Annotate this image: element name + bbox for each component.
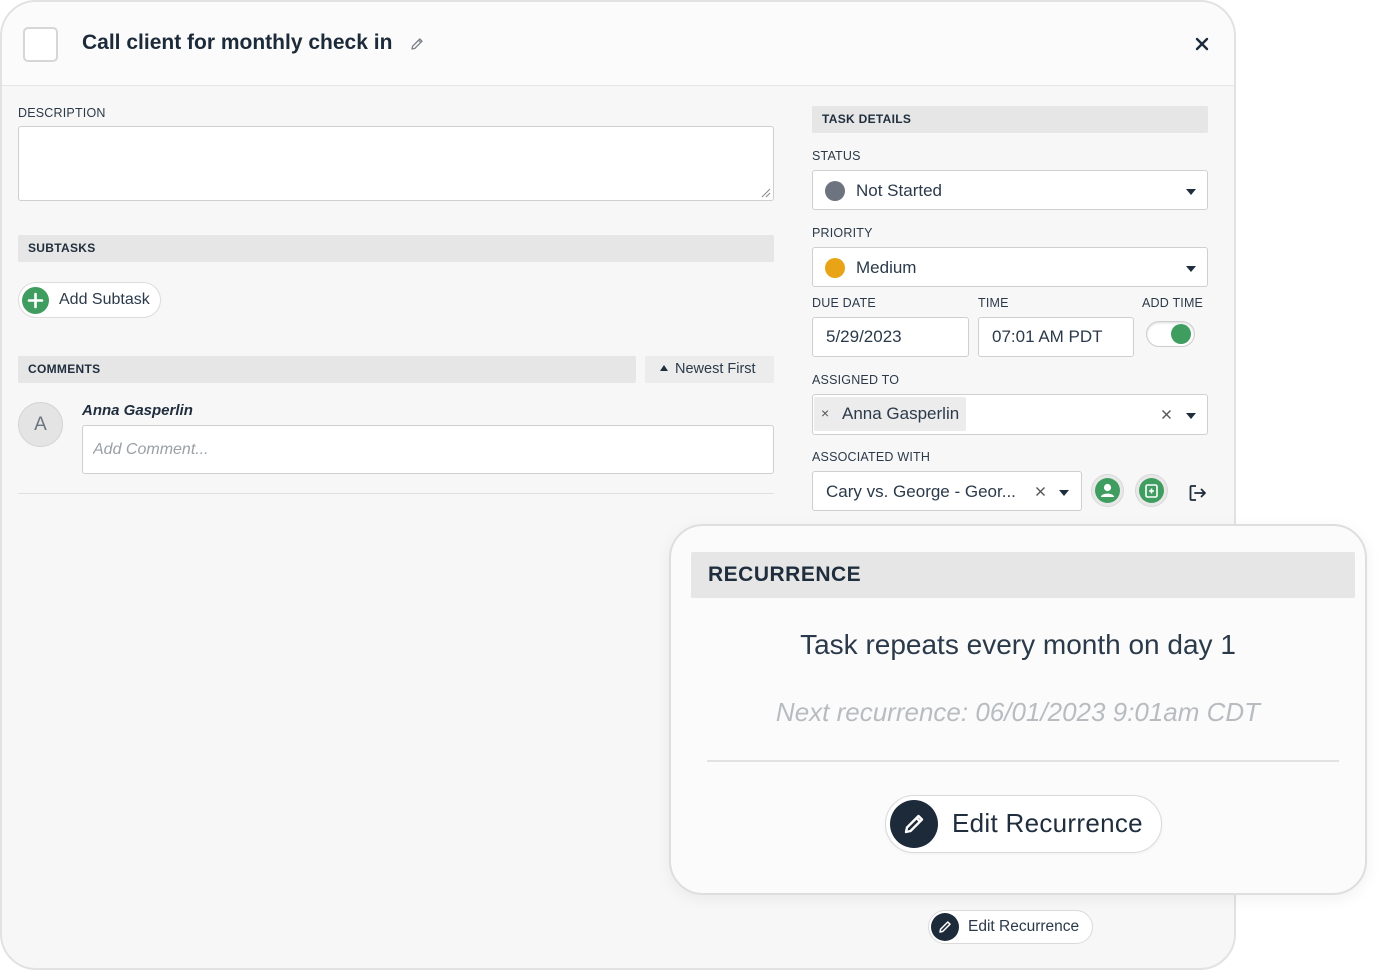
priority-select[interactable]: Medium <box>812 247 1208 287</box>
due-date-input[interactable]: 5/29/2023 <box>812 317 969 357</box>
comment-input[interactable] <box>82 425 774 474</box>
pencil-icon[interactable] <box>409 36 425 52</box>
edit-recurrence-button[interactable]: Edit Recurrence <box>928 910 1093 944</box>
pencil-icon <box>931 913 959 941</box>
next-recurrence: Next recurrence: 06/01/2023 9:01am CDT <box>775 697 1261 727</box>
folder-add-icon <box>1139 478 1164 503</box>
add-time-toggle[interactable] <box>1146 321 1195 347</box>
priority-label: PRIORITY <box>812 226 873 240</box>
assignee-name: Anna Gasperlin <box>842 404 960 423</box>
close-icon[interactable] <box>1191 33 1213 55</box>
clear-icon[interactable] <box>1161 409 1172 420</box>
add-time-label: ADD TIME <box>1142 296 1204 310</box>
task-title: Call client for monthly check in <box>82 31 393 54</box>
caret-up-icon <box>660 365 668 371</box>
person-add-icon <box>1095 478 1120 503</box>
chevron-down-icon <box>1059 490 1069 496</box>
subtasks-section-header: SUBTASKS <box>18 235 774 262</box>
task-details-header: TASK DETAILS <box>812 106 1208 133</box>
chevron-down-icon <box>1186 266 1196 272</box>
priority-dot-icon <box>825 258 845 278</box>
edit-recurrence-button-large[interactable]: Edit Recurrence <box>885 795 1162 853</box>
associated-value: Cary vs. George - Geor... <box>826 482 1016 501</box>
recurrence-title: RECURRENCE <box>708 563 862 586</box>
divider <box>707 760 1339 762</box>
assignee-chip: × Anna Gasperlin <box>814 397 966 431</box>
assigned-to-label: ASSIGNED TO <box>812 373 900 387</box>
clear-icon[interactable] <box>1035 486 1046 497</box>
time-label: TIME <box>978 296 1009 310</box>
resize-grip-icon[interactable] <box>761 188 771 198</box>
sort-label: Newest First <box>675 361 756 377</box>
associated-with-select[interactable]: Cary vs. George - Geor... <box>812 471 1082 511</box>
recurrence-card: RECURRENCE Task repeats every month on d… <box>669 524 1367 895</box>
due-date-label: DUE DATE <box>812 296 876 310</box>
chevron-down-icon <box>1186 413 1196 419</box>
sort-comments-button[interactable]: Newest First <box>645 356 774 383</box>
time-input[interactable]: 07:01 AM PDT <box>978 317 1134 357</box>
add-subtask-label: Add Subtask <box>59 291 150 308</box>
priority-value: Medium <box>856 258 917 277</box>
status-select[interactable]: Not Started <box>812 170 1208 210</box>
status-dot-icon <box>825 181 845 201</box>
divider <box>18 493 774 494</box>
description-field[interactable] <box>18 126 774 201</box>
description-label: DESCRIPTION <box>18 106 106 120</box>
toggle-knob <box>1171 324 1191 344</box>
edit-recurrence-label: Edit Recurrence <box>968 918 1080 935</box>
task-complete-checkbox[interactable] <box>23 27 58 62</box>
plus-icon <box>22 287 49 314</box>
associated-with-label: ASSOCIATED WITH <box>812 450 931 464</box>
open-link-icon[interactable] <box>1187 482 1209 504</box>
comment-author: Anna Gasperlin <box>82 402 193 419</box>
pencil-icon <box>890 800 938 848</box>
status-label: STATUS <box>812 149 861 163</box>
edit-recurrence-label: Edit Recurrence <box>952 808 1143 838</box>
status-value: Not Started <box>856 181 942 200</box>
chevron-down-icon <box>1186 189 1196 195</box>
add-contact-button[interactable] <box>1091 474 1124 507</box>
comments-section-header: COMMENTS <box>18 356 636 383</box>
recurrence-summary: Task repeats every month on day 1 <box>800 629 1236 660</box>
modal-header: Call client for monthly check in <box>2 2 1234 86</box>
add-subtask-button[interactable]: Add Subtask <box>18 282 161 318</box>
remove-chip-icon[interactable]: × <box>821 405 829 421</box>
recurrence-header: RECURRENCE <box>691 552 1355 598</box>
avatar: A <box>18 402 63 447</box>
add-matter-button[interactable] <box>1135 474 1168 507</box>
